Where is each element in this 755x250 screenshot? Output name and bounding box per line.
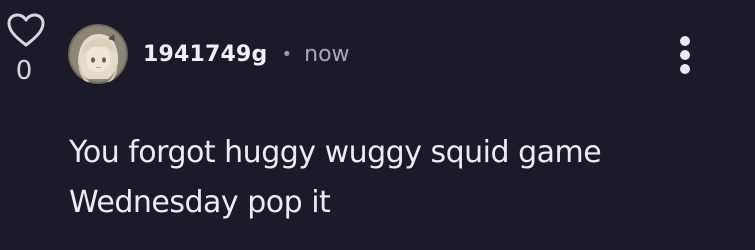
more-vertical-icon-dot <box>680 50 690 60</box>
comment-body: You forgot huggy wuggy squid game Wednes… <box>69 135 602 220</box>
timestamp: now <box>304 41 350 67</box>
like-button[interactable] <box>6 12 46 48</box>
comment-meta: 1941749g • now <box>143 38 350 70</box>
avatar[interactable] <box>68 24 128 84</box>
avatar-image <box>68 24 128 84</box>
like-column: 0 <box>0 0 52 100</box>
more-vertical-icon-dot <box>680 64 690 74</box>
more-options-button[interactable] <box>671 34 699 76</box>
meta-separator: • <box>281 43 293 65</box>
username-link[interactable]: 1941749g <box>143 42 268 67</box>
more-vertical-icon <box>680 36 690 46</box>
comment-card: 0 1941749g • now You forgot huggy wuggy … <box>0 0 755 250</box>
heart-outline-icon <box>7 13 45 47</box>
like-count: 0 <box>15 56 33 86</box>
